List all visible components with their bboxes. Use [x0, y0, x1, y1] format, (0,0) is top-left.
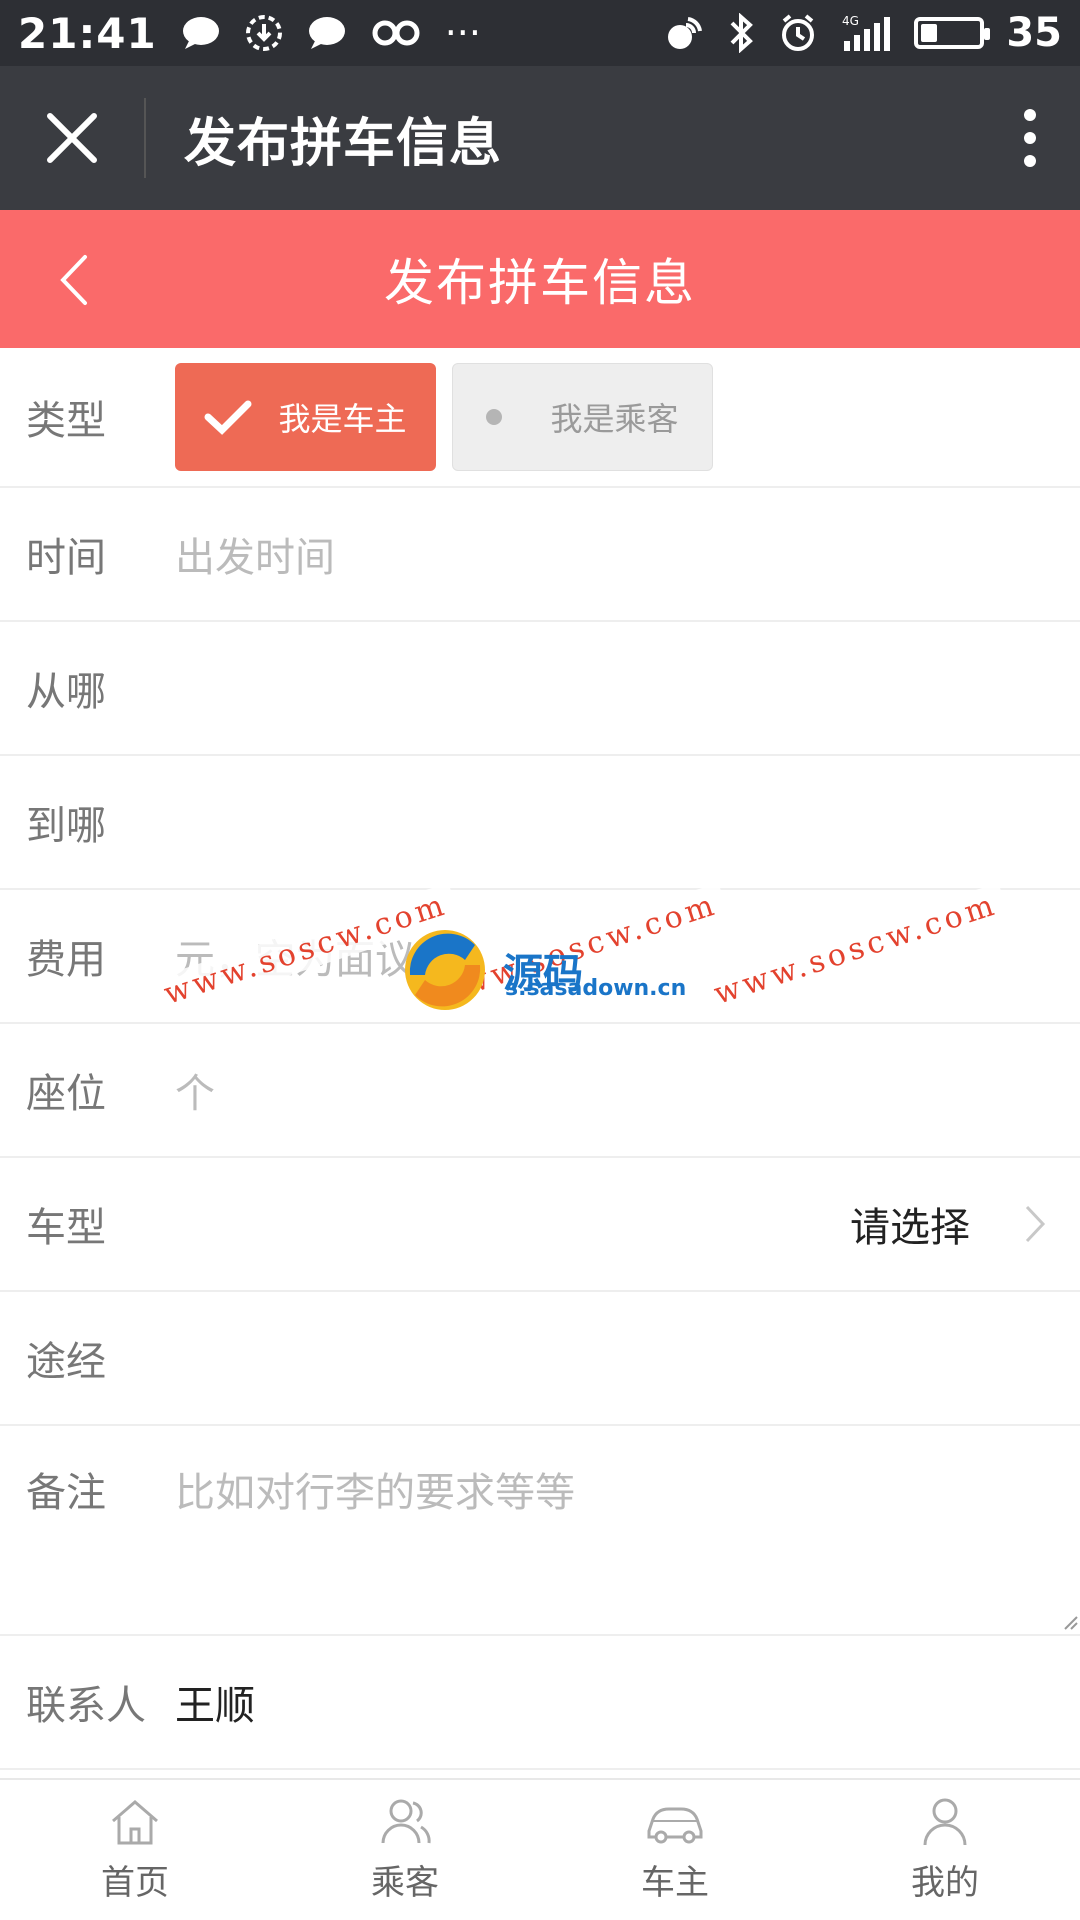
remarks-textarea[interactable]: 比如对行李的要求等等 — [175, 1460, 575, 1518]
from-label: 从哪 — [26, 669, 106, 715]
chat-bubble-icon — [308, 17, 345, 49]
tab-home[interactable]: 首页 — [0, 1780, 270, 1920]
type-option-passenger[interactable]: 我是乘客 — [452, 363, 713, 471]
contact-label: 联系人 — [26, 1683, 146, 1729]
car-icon — [647, 1807, 703, 1843]
type-option-driver[interactable]: 我是车主 — [175, 363, 436, 471]
remarks-row[interactable]: 备注 比如对行李的要求等等 — [0, 1426, 1080, 1636]
signal-4g-icon: 4G — [842, 14, 891, 51]
close-icon — [47, 113, 97, 163]
alarm-icon — [782, 14, 815, 51]
car-type-value: 请选择 — [850, 1205, 970, 1251]
download-icon — [245, 15, 282, 51]
car-type-select[interactable]: 请选择 — [850, 1195, 1080, 1253]
fee-label: 费用 — [26, 937, 106, 983]
contact-row[interactable]: 联系人 王顺 — [0, 1636, 1080, 1770]
to-label: 到哪 — [26, 803, 106, 849]
type-label: 类型 — [26, 398, 106, 444]
close-button[interactable] — [0, 66, 144, 210]
profile-icon — [923, 1798, 967, 1845]
via-label: 途经 — [26, 1339, 106, 1385]
tab-passenger[interactable]: 乘客 — [270, 1780, 540, 1920]
carpool-form: 类型 我是车主 我是乘客 时间 出发时间 从哪 到哪 费用 元，空为面议 座位 … — [0, 348, 1080, 1770]
passenger-icon — [381, 1799, 431, 1843]
seats-row[interactable]: 座位 个 — [0, 1024, 1080, 1158]
tab-driver-label: 车主 — [641, 1862, 709, 1903]
svg-text:4G: 4G — [842, 14, 859, 28]
time-input[interactable]: 出发时间 — [175, 525, 335, 583]
type-option-driver-label: 我是车主 — [278, 400, 407, 438]
tab-driver[interactable]: 车主 — [540, 1780, 810, 1920]
bottom-tabbar: 首页 乘客 车主 我的 — [0, 1778, 1080, 1920]
chevron-right-icon — [1025, 1205, 1046, 1243]
status-time: 21:41 — [18, 8, 157, 58]
back-button[interactable] — [24, 230, 124, 330]
page-title: 发布拼车信息 — [384, 254, 696, 312]
fee-input[interactable]: 元，空为面议 — [175, 927, 415, 985]
battery-icon — [914, 17, 991, 49]
more-dots-icon: ··· — [444, 11, 481, 55]
car-type-row[interactable]: 车型 请选择 — [0, 1158, 1080, 1292]
app-bar-divider — [144, 98, 146, 178]
tab-passenger-label: 乘客 — [371, 1862, 439, 1903]
via-row[interactable]: 途经 — [0, 1292, 1080, 1426]
page-header: 发布拼车信息 — [0, 210, 1080, 348]
checkmark-icon — [204, 400, 252, 435]
resize-handle-icon[interactable] — [1062, 1614, 1078, 1630]
app-bar: 发布拼车信息 — [0, 66, 1080, 210]
chat-bubble-icon — [182, 17, 219, 49]
radio-dot-icon — [486, 409, 503, 425]
status-bar: 21:41 ··· 4G 35 — [0, 0, 1080, 66]
seats-input[interactable]: 个 — [175, 1061, 215, 1119]
more-menu-button[interactable] — [980, 66, 1080, 210]
app-title: 发布拼车信息 — [184, 113, 503, 174]
type-option-passenger-label: 我是乘客 — [550, 400, 679, 438]
more-vertical-icon — [1024, 109, 1036, 167]
time-label: 时间 — [26, 535, 106, 581]
tab-profile[interactable]: 我的 — [810, 1780, 1080, 1920]
fee-row[interactable]: 费用 元，空为面议 — [0, 890, 1080, 1024]
from-row[interactable]: 从哪 — [0, 622, 1080, 756]
type-row: 类型 我是车主 我是乘客 — [0, 348, 1080, 488]
contact-input[interactable]: 王顺 — [175, 1673, 255, 1731]
remarks-label: 备注 — [26, 1470, 106, 1516]
infinity-icon — [372, 20, 420, 46]
nfc-icon — [668, 17, 703, 49]
tab-home-label: 首页 — [101, 1862, 169, 1903]
to-row[interactable]: 到哪 — [0, 756, 1080, 890]
tab-profile-label: 我的 — [911, 1862, 979, 1903]
seats-label: 座位 — [26, 1071, 106, 1117]
car-type-label: 车型 — [26, 1205, 106, 1251]
chevron-left-icon — [60, 255, 87, 305]
time-row[interactable]: 时间 出发时间 — [0, 488, 1080, 622]
bluetooth-icon — [730, 13, 754, 53]
home-icon — [112, 1799, 158, 1844]
battery-level: 35 — [1006, 10, 1062, 56]
